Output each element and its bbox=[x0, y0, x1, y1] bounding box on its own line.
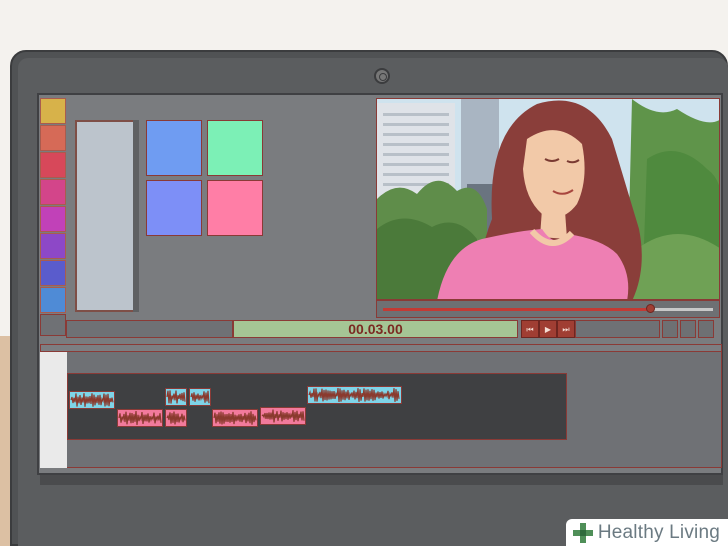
color-swatch[interactable] bbox=[40, 125, 66, 151]
play-icon: ▶ bbox=[544, 325, 552, 334]
plus-icon bbox=[572, 522, 593, 543]
play-button[interactable]: ▶ bbox=[539, 320, 557, 338]
media-thumbnail[interactable] bbox=[207, 180, 263, 236]
waveform-icon bbox=[166, 411, 186, 425]
media-thumbnail[interactable] bbox=[207, 120, 263, 176]
view-toggle-button[interactable] bbox=[698, 320, 714, 338]
view-toggle-button[interactable] bbox=[662, 320, 678, 338]
media-thumbnail[interactable] bbox=[146, 120, 202, 176]
webcam-icon bbox=[374, 68, 390, 84]
waveform-icon bbox=[261, 409, 305, 423]
scrubber-handle[interactable] bbox=[646, 304, 656, 313]
view-toggle-button[interactable] bbox=[680, 320, 696, 338]
media-bin-scrollbar[interactable] bbox=[133, 120, 139, 312]
waveform-icon bbox=[308, 387, 400, 402]
media-thumbnail[interactable] bbox=[146, 180, 202, 236]
preview-frame-image bbox=[377, 99, 719, 299]
audio-clip[interactable] bbox=[307, 386, 402, 404]
waveform-icon bbox=[70, 393, 114, 407]
media-bin-panel[interactable] bbox=[75, 120, 135, 312]
waveform-icon bbox=[190, 390, 210, 404]
brand-name: Healthy Living bbox=[597, 521, 720, 543]
toolbar-spacer bbox=[66, 320, 233, 338]
audio-clip[interactable] bbox=[165, 409, 187, 427]
audio-clip[interactable] bbox=[260, 407, 306, 425]
color-swatch[interactable] bbox=[40, 206, 66, 232]
toolbar-spacer bbox=[575, 320, 660, 338]
swatch-footer bbox=[40, 314, 66, 336]
color-swatch[interactable] bbox=[40, 152, 66, 178]
audio-clip[interactable] bbox=[69, 391, 115, 409]
waveform-icon bbox=[213, 411, 257, 425]
timeline-tracks[interactable] bbox=[67, 373, 567, 440]
skip-forward-icon: ⏭ bbox=[562, 325, 570, 334]
timeline-track-header bbox=[40, 352, 67, 468]
skip-back-button[interactable]: ⏮ bbox=[521, 320, 539, 338]
brand-watermark: Healthy Living bbox=[565, 519, 728, 546]
color-swatch[interactable] bbox=[40, 233, 66, 259]
timeline-ruler[interactable] bbox=[40, 344, 722, 352]
video-preview[interactable] bbox=[376, 98, 720, 300]
playback-scrubber[interactable] bbox=[376, 300, 720, 318]
screen-bottom-edge bbox=[40, 475, 723, 485]
scrubber-progress bbox=[383, 308, 651, 311]
color-swatch[interactable] bbox=[40, 287, 66, 313]
audio-clip[interactable] bbox=[212, 409, 258, 427]
audio-clip[interactable] bbox=[165, 388, 187, 406]
skip-back-icon: ⏮ bbox=[526, 325, 534, 334]
color-swatch[interactable] bbox=[40, 98, 66, 124]
skip-forward-button[interactable]: ⏭ bbox=[557, 320, 575, 338]
waveform-icon bbox=[166, 390, 186, 404]
color-swatch[interactable] bbox=[40, 179, 66, 205]
waveform-icon bbox=[118, 410, 162, 426]
audio-clip[interactable] bbox=[117, 409, 163, 427]
timecode-display: 00.03.00 bbox=[348, 321, 403, 337]
audio-clip[interactable] bbox=[189, 388, 211, 406]
color-swatch[interactable] bbox=[40, 260, 66, 286]
